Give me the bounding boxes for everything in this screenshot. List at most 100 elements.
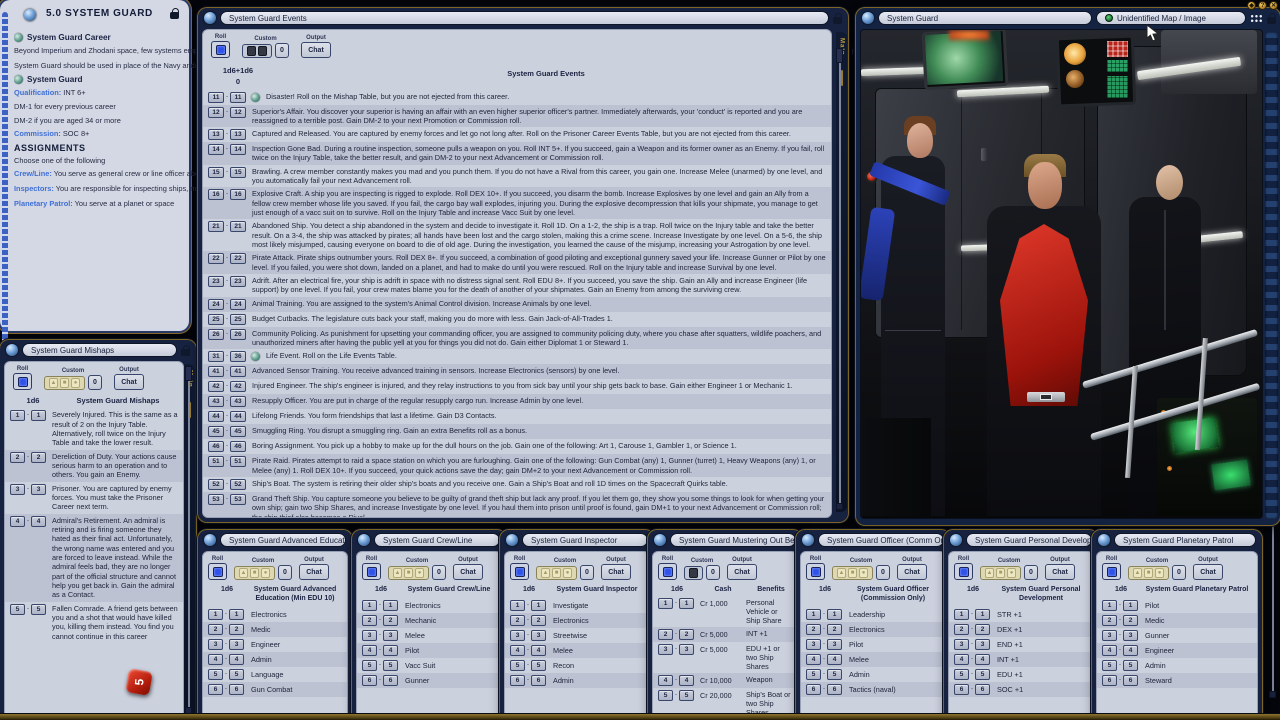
roll-range-high-button[interactable]: 4 [827, 654, 842, 665]
chat-output-button[interactable]: Chat [453, 564, 483, 580]
modifier-button[interactable]: 0 [706, 565, 720, 580]
table-link-icon[interactable] [251, 352, 260, 361]
roll-range-high-button[interactable]: 4 [975, 654, 990, 665]
roll-button[interactable] [208, 563, 227, 580]
window-advanced-education[interactable]: System Guard Advanced Education Roll Cus… [198, 530, 352, 720]
roll-range-high-button[interactable]: 3 [383, 630, 398, 641]
roll-range-low-button[interactable]: 5 [10, 604, 25, 615]
roll-range-low-button[interactable]: 3 [510, 630, 525, 641]
roll-range-high-button[interactable]: 43 [230, 396, 246, 407]
roll-range-low-button[interactable]: 2 [208, 624, 223, 635]
roll-range-high-button[interactable]: 45 [230, 426, 246, 437]
custom-dice-slots[interactable]: ▲■● [536, 566, 577, 580]
custom-dice-slots[interactable]: ▲■● [832, 566, 873, 580]
roll-range-high-button[interactable]: 26 [230, 329, 246, 340]
roll-range-low-button[interactable]: 2 [954, 624, 969, 635]
chat-output-button[interactable]: Chat [1045, 564, 1075, 580]
chat-output-button[interactable]: Chat [1193, 564, 1223, 580]
reference-window-system-guard[interactable]: 5.0 SYSTEM GUARD System Guard Career Bey… [0, 0, 189, 331]
roll-button[interactable] [806, 563, 825, 580]
link-orb-icon[interactable] [204, 12, 216, 24]
roll-range-high-button[interactable]: 13 [230, 129, 246, 140]
custom-dice-slots[interactable] [684, 566, 703, 580]
chat-output-button[interactable]: Chat [299, 564, 329, 580]
roll-range-low-button[interactable]: 1 [954, 609, 969, 620]
custom-dice-slots[interactable]: ▲■● [1128, 566, 1169, 580]
window-crew-line[interactable]: System Guard Crew/Line Roll Custom ▲■● 0… [352, 530, 506, 720]
roll-range-low-button[interactable]: 6 [510, 675, 525, 686]
roll-range-high-button[interactable]: 2 [383, 615, 398, 626]
roll-range-low-button[interactable]: 6 [806, 684, 821, 695]
roll-range-high-button[interactable]: 3 [31, 484, 46, 495]
close-icon[interactable]: ✕ [1269, 1, 1278, 10]
roll-range-low-button[interactable]: 4 [954, 654, 969, 665]
modifier-button[interactable]: 0 [1172, 565, 1186, 580]
roll-button[interactable] [362, 563, 381, 580]
chat-output-button[interactable]: Chat [601, 564, 631, 580]
window-title[interactable]: System Guard Crew/Line [374, 533, 500, 547]
roll-range-low-button[interactable]: 1 [10, 410, 25, 421]
roll-range-high-button[interactable]: 16 [230, 189, 246, 200]
window-officer[interactable]: System Guard Officer (Comm Only) Roll Cu… [796, 530, 950, 720]
modifier-button[interactable]: 0 [876, 565, 890, 580]
custom-dice-slots[interactable] [242, 44, 272, 58]
red-die-token[interactable]: 5 [125, 668, 153, 696]
roll-range-low-button[interactable]: 14 [208, 144, 224, 155]
image-tab[interactable]: Unidentified Map / Image [1096, 11, 1246, 25]
scrollbar[interactable] [185, 366, 192, 714]
roll-range-low-button[interactable]: 6 [1102, 675, 1117, 686]
roll-range-high-button[interactable]: 41 [230, 366, 246, 377]
roll-range-low-button[interactable]: 1 [658, 598, 673, 609]
roll-range-high-button[interactable]: 3 [827, 639, 842, 650]
lock-icon[interactable] [1267, 13, 1276, 24]
roll-range-high-button[interactable]: 5 [31, 604, 46, 615]
roll-range-high-button[interactable]: 2 [531, 615, 546, 626]
window-title[interactable]: System Guard Inspector [522, 533, 648, 547]
roll-range-high-button[interactable]: 52 [230, 479, 246, 490]
roll-range-low-button[interactable]: 3 [10, 484, 25, 495]
roll-range-high-button[interactable]: 51 [230, 456, 246, 467]
roll-button[interactable] [1102, 563, 1121, 580]
roll-range-low-button[interactable]: 2 [362, 615, 377, 626]
roll-range-low-button[interactable]: 3 [954, 639, 969, 650]
link-orb-icon[interactable] [204, 534, 216, 546]
roll-button[interactable] [13, 373, 32, 390]
roll-range-high-button[interactable]: 15 [230, 167, 246, 178]
roll-range-low-button[interactable]: 25 [208, 314, 224, 325]
roll-range-low-button[interactable]: 3 [806, 639, 821, 650]
roll-range-high-button[interactable]: 4 [31, 516, 46, 527]
roll-range-low-button[interactable]: 46 [208, 441, 224, 452]
roll-range-low-button[interactable]: 42 [208, 381, 224, 392]
roll-range-high-button[interactable]: 2 [679, 629, 694, 640]
roll-range-high-button[interactable]: 3 [975, 639, 990, 650]
roll-range-low-button[interactable]: 1 [362, 600, 377, 611]
link-orb-icon[interactable] [654, 534, 666, 546]
lock-icon[interactable] [181, 345, 190, 356]
roll-range-high-button[interactable]: 12 [230, 107, 246, 118]
roll-range-low-button[interactable]: 5 [954, 669, 969, 680]
roll-range-high-button[interactable]: 5 [827, 669, 842, 680]
roll-range-high-button[interactable]: 11 [230, 92, 246, 103]
roll-range-low-button[interactable]: 4 [208, 654, 223, 665]
roll-range-high-button[interactable]: 4 [1123, 645, 1138, 656]
roll-range-high-button[interactable]: 1 [975, 609, 990, 620]
roll-range-low-button[interactable]: 3 [1102, 630, 1117, 641]
roll-range-low-button[interactable]: 23 [208, 276, 224, 287]
roll-range-low-button[interactable]: 16 [208, 189, 224, 200]
roll-range-high-button[interactable]: 46 [230, 441, 246, 452]
roll-range-high-button[interactable]: 6 [531, 675, 546, 686]
window-system-guard-mishaps[interactable]: System Guard Mishaps Main Roll Custom ▲■… [0, 340, 196, 720]
roll-range-high-button[interactable]: 5 [1123, 660, 1138, 671]
roll-range-high-button[interactable]: 2 [229, 624, 244, 635]
roll-range-high-button[interactable]: 1 [679, 598, 694, 609]
window-personal-development[interactable]: System Guard Personal Development Roll C… [944, 530, 1098, 720]
roll-range-low-button[interactable]: 26 [208, 329, 224, 340]
roll-range-low-button[interactable]: 3 [208, 639, 223, 650]
roll-range-low-button[interactable]: 6 [954, 684, 969, 695]
roll-range-low-button[interactable]: 31 [208, 351, 224, 362]
link-orb-icon[interactable] [1098, 534, 1110, 546]
roll-button[interactable] [211, 41, 230, 58]
roll-range-low-button[interactable]: 5 [1102, 660, 1117, 671]
link-orb-icon[interactable] [506, 534, 518, 546]
roll-range-low-button[interactable]: 2 [510, 615, 525, 626]
